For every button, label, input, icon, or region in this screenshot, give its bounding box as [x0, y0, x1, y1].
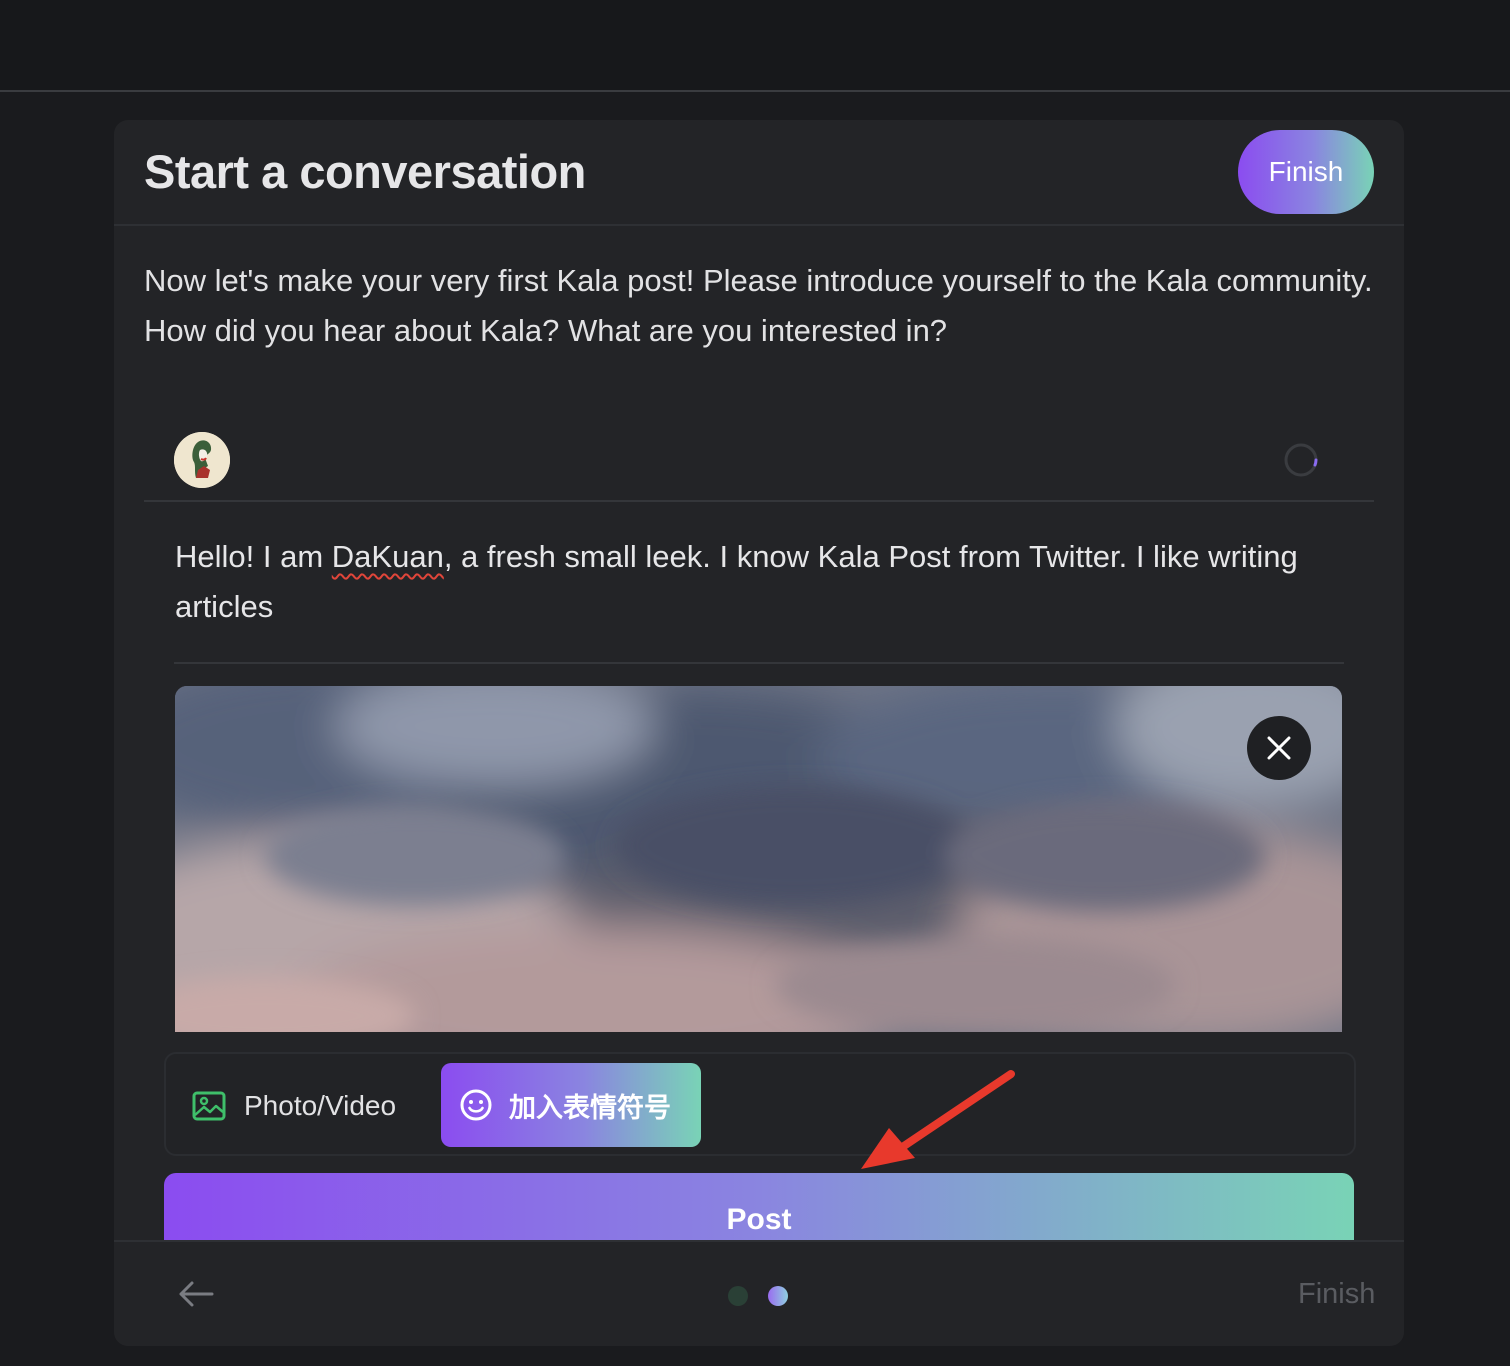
arrow-left-icon [179, 1281, 214, 1307]
footer-finish-button[interactable]: Finish [1298, 1278, 1375, 1311]
post-button[interactable]: Post [164, 1173, 1354, 1241]
top-bar [0, 0, 1510, 92]
post-textarea[interactable]: Hello! I am DaKuan, a fresh small leek. … [175, 532, 1355, 632]
annotation-arrow-icon [861, 1070, 1015, 1169]
finish-button[interactable]: Finish [1238, 130, 1374, 214]
intro-text: Now let's make your very first Kala post… [144, 263, 1373, 348]
modal-footer: Finish [114, 1240, 1404, 1346]
back-button[interactable] [176, 1278, 216, 1310]
step-indicator-1 [728, 1286, 748, 1306]
modal-title: Start a conversation [144, 145, 586, 198]
remove-photo-button[interactable] [1247, 716, 1311, 780]
avatar[interactable] [174, 432, 230, 488]
smiley-icon [460, 1089, 492, 1121]
composer-actions: Photo/Video 加入表情符号 Post [114, 1032, 1404, 1242]
post-text-misspelled-word: DaKuan [331, 539, 444, 574]
onboarding-modal: Start a conversation Finish Now let's ma… [114, 120, 1404, 1346]
close-icon [1267, 736, 1291, 760]
attached-photo [175, 686, 1342, 1032]
composer-toolbar: Photo/Video 加入表情符号 [164, 1052, 1356, 1156]
composer-header [144, 430, 1374, 502]
modal-header: Start a conversation Finish [114, 120, 1404, 226]
add-emoji-label: 加入表情符号 [509, 1092, 671, 1123]
divider [174, 662, 1344, 664]
photo-video-label: Photo/Video [244, 1090, 397, 1121]
add-emoji-button[interactable]: 加入表情符号 [441, 1063, 701, 1147]
photo-video-button[interactable]: Photo/Video [192, 1084, 396, 1128]
loading-spinner-icon [1284, 443, 1318, 477]
image-icon [192, 1091, 226, 1121]
post-text-start: Hello! I am [175, 539, 332, 574]
step-indicator-2 [768, 1286, 788, 1306]
